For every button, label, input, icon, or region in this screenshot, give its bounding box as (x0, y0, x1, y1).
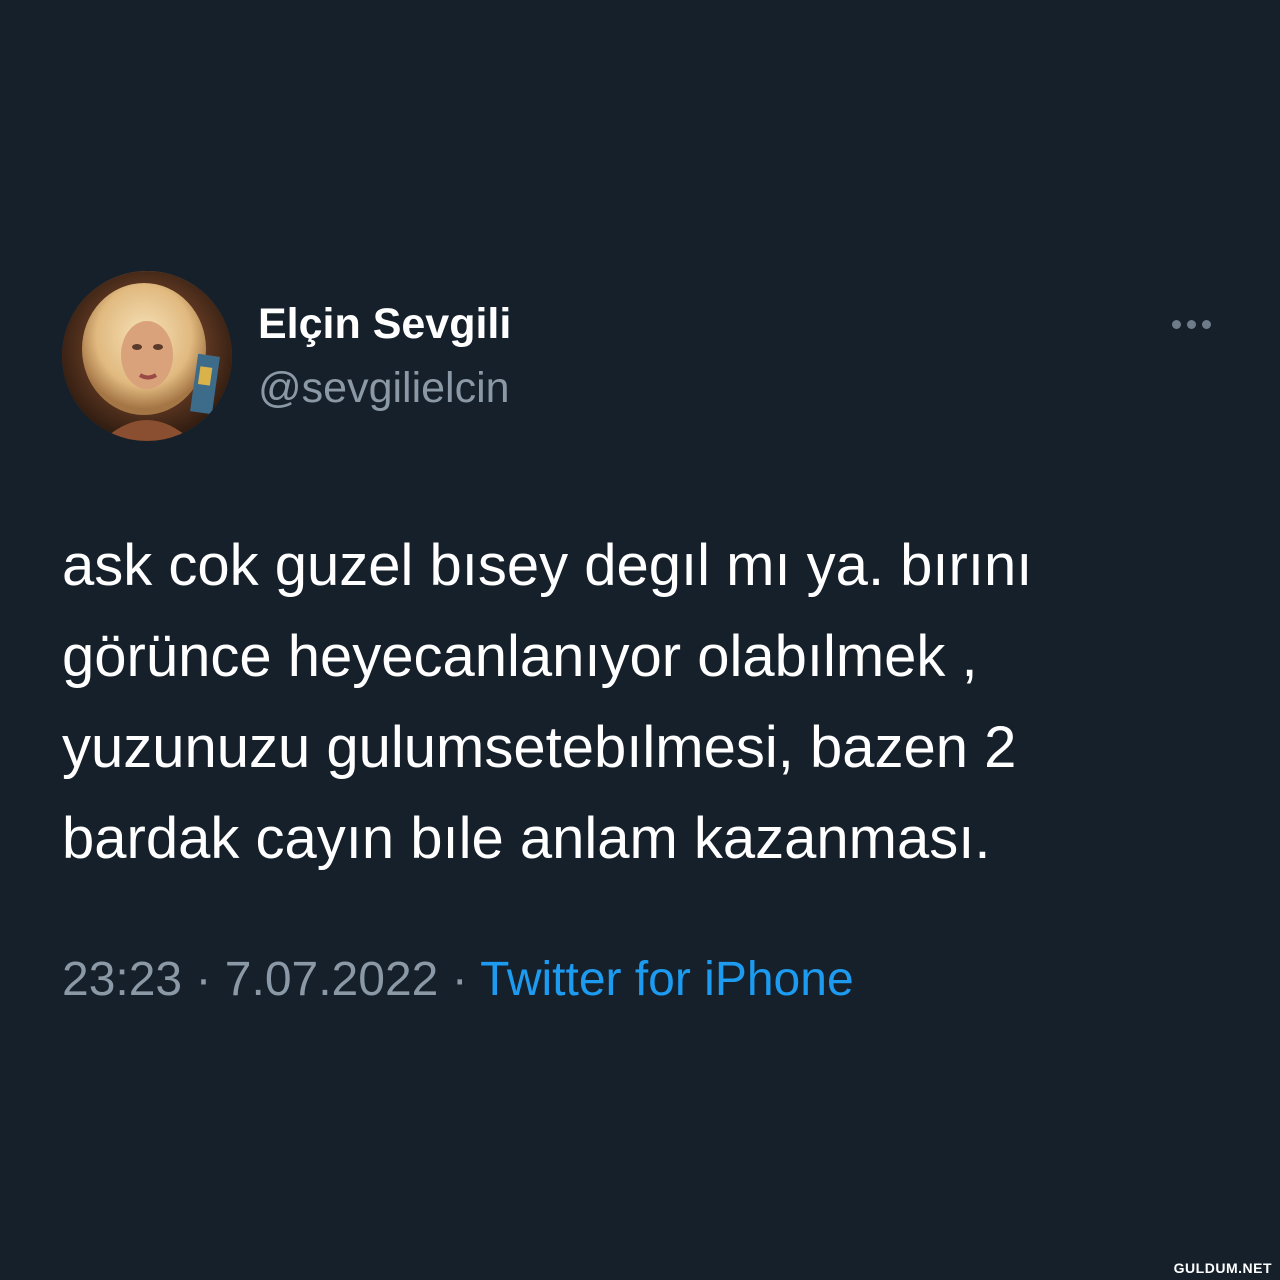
tweet-text-line: ask cok guzel bısey degıl mı ya. bırını (62, 533, 1033, 598)
meta-separator: · (451, 953, 468, 1006)
tweet-text: ask cok guzel bısey degıl mı ya. bırını … (62, 520, 1222, 884)
tweet-time[interactable]: 23:23 (62, 953, 182, 1006)
avatar[interactable] (62, 271, 232, 441)
user-handle[interactable]: @sevgilielcin (258, 364, 510, 413)
tweet-date[interactable]: 7.07.2022 (225, 953, 439, 1006)
tweet-text-line: yuzunuzu gulumsetebılmesi, bazen 2 (62, 715, 1017, 780)
tweet-meta: 23:23 · 7.07.2022 · Twitter for iPhone (62, 952, 854, 1007)
watermark: GULDUM.NET (1173, 1260, 1272, 1276)
meta-separator: · (195, 953, 212, 1006)
tweet-card: Elçin Sevgili @sevgilielcin ask cok guze… (0, 0, 1280, 1280)
tweet-text-line: bardak cayın bıle anlam kazanması. (62, 806, 991, 871)
more-options-button[interactable] (1160, 308, 1222, 340)
more-horizontal-icon (1171, 319, 1211, 329)
tweet-source-link[interactable]: Twitter for iPhone (480, 953, 854, 1006)
display-name[interactable]: Elçin Sevgili (258, 300, 511, 349)
tweet-text-line: görünce heyecanlanıyor olabılmek , (62, 624, 978, 689)
